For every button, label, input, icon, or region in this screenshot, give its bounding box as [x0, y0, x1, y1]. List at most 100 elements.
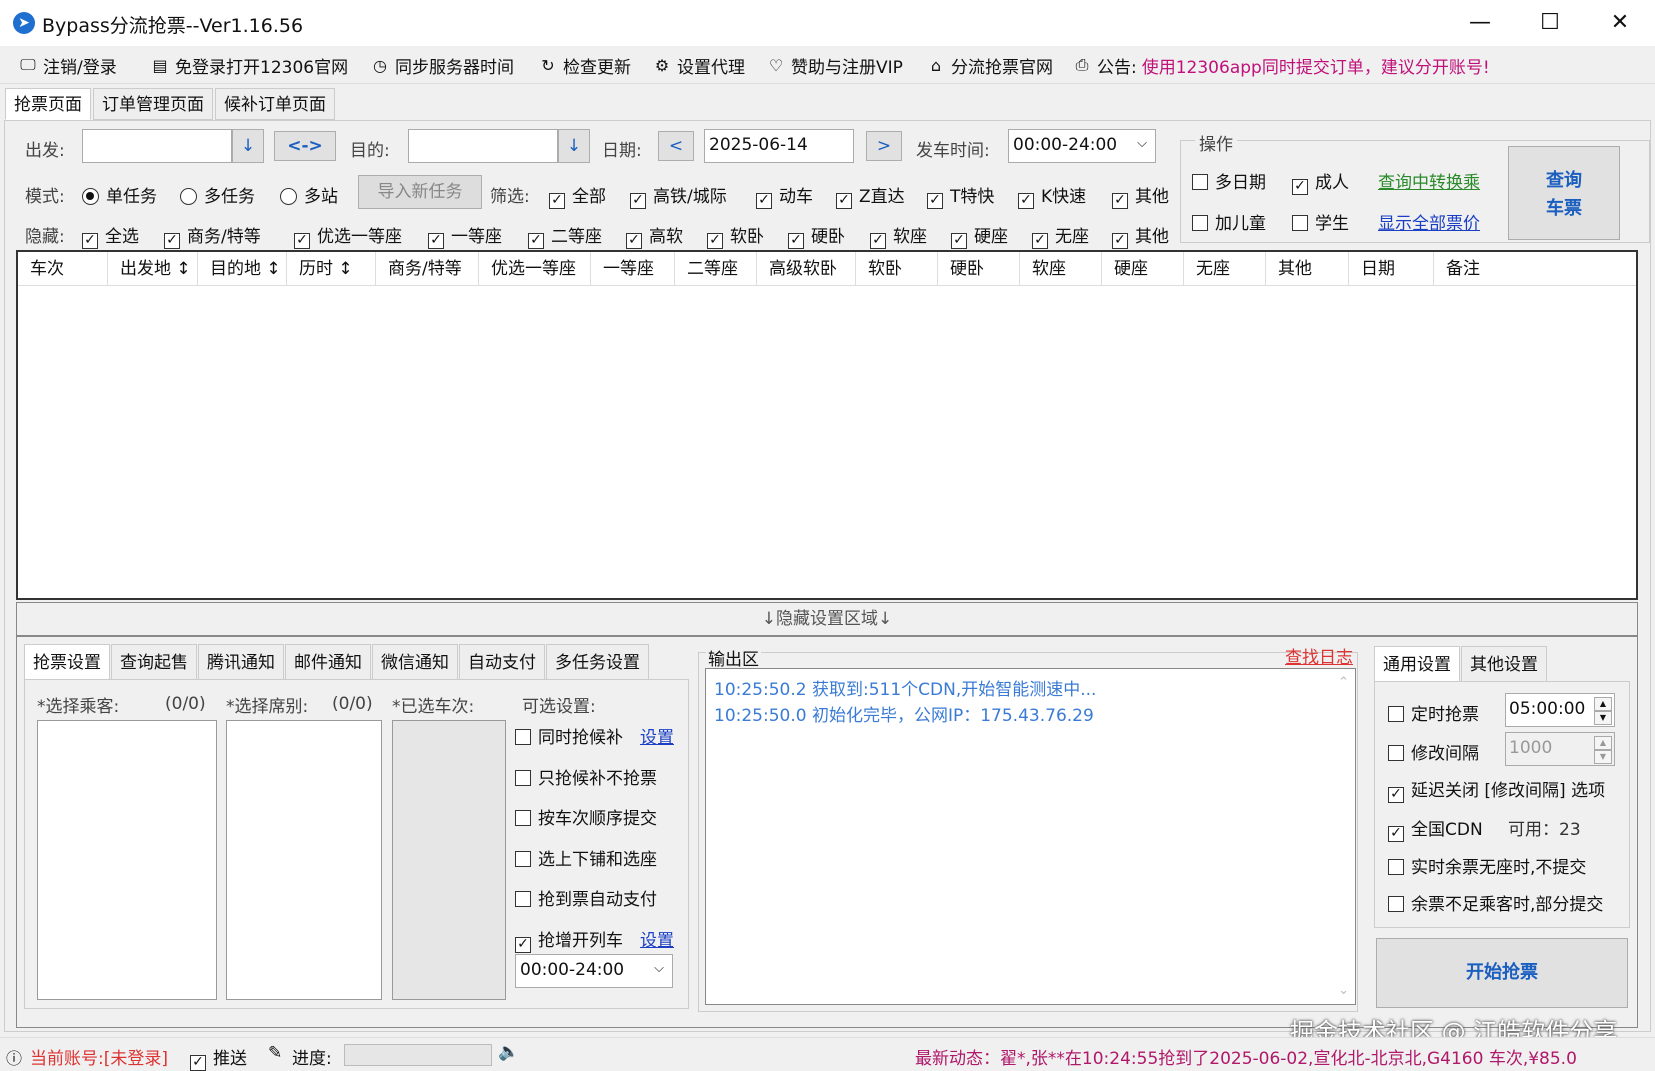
maximize-button[interactable]: ☐	[1515, 0, 1585, 46]
filter-z-checkbox[interactable]: ✓ Z直达	[836, 182, 905, 209]
hide-checkbox[interactable]: ✓ 硬座	[951, 222, 1008, 249]
waitlist-settings-link[interactable]: 设置	[640, 723, 674, 748]
show-all-prices-link[interactable]: 显示全部票价	[1378, 209, 1480, 234]
waitlist-only-checkbox[interactable]: 只抢候补不抢票	[515, 764, 657, 789]
output-log[interactable]: 10:25:50.2 获取到:511个CDN,开始智能测速中... 10:25:…	[705, 668, 1356, 1005]
import-task-button[interactable]: 导入新任务	[358, 175, 482, 209]
tab-other-settings[interactable]: 其他设置	[1461, 646, 1547, 682]
adult-checkbox[interactable]: ✓ 成人	[1292, 168, 1349, 195]
spin-up-icon[interactable]: ▲	[1594, 736, 1612, 750]
spin-down-icon[interactable]: ▼	[1594, 750, 1612, 764]
timed-grab-checkbox[interactable]: 定时抢票	[1388, 700, 1479, 725]
check-update-button[interactable]: ↻ 检查更新	[538, 53, 631, 78]
filter-other-checkbox[interactable]: ✓ 其他	[1112, 182, 1169, 209]
column-header[interactable]: 一等座	[591, 252, 675, 286]
tab-general-settings[interactable]: 通用设置	[1374, 646, 1460, 682]
tab-tencent-notify[interactable]: 腾讯通知	[198, 644, 284, 680]
hide-checkbox[interactable]: ✓ 其他	[1112, 222, 1169, 249]
minimize-button[interactable]: —	[1445, 0, 1515, 46]
column-header[interactable]: 高级软卧	[757, 252, 856, 286]
column-header[interactable]: 软座	[1020, 252, 1102, 286]
column-header[interactable]: 目的地 ↕	[198, 252, 287, 286]
extra-trains-settings-link[interactable]: 设置	[640, 926, 674, 951]
no-seat-no-submit-checkbox[interactable]: 实时余票无座时,不提交	[1388, 853, 1586, 878]
column-header[interactable]: 其他	[1266, 252, 1349, 286]
hide-checkbox[interactable]: ✓ 软座	[870, 222, 927, 249]
column-header[interactable]: 硬卧	[938, 252, 1020, 286]
mode-multi-radio[interactable]: 多任务	[180, 182, 255, 207]
train-results-table[interactable]: 车次 出发地 ↕ 目的地 ↕ 历时 ↕ 商务/特等 优选一等座 一等座 二等座 …	[16, 250, 1638, 600]
hide-checkbox[interactable]: ✓ 全选	[82, 222, 139, 249]
extra-time-select[interactable]: 00:00-24:00 ⌵	[515, 954, 673, 988]
student-checkbox[interactable]: 学生	[1292, 209, 1349, 234]
auto-pay-checkbox[interactable]: 抢到票自动支付	[515, 885, 657, 910]
multi-date-checkbox[interactable]: 多日期	[1192, 168, 1266, 193]
mode-multi-station-radio[interactable]: 多站	[280, 182, 338, 207]
hide-checkbox[interactable]: ✓ 优选一等座	[294, 222, 402, 249]
national-cdn-checkbox[interactable]: ✓ 全国CDN	[1388, 815, 1483, 842]
logout-login-button[interactable]: 🖵 注销/登录	[18, 53, 116, 78]
tab-email-notify[interactable]: 邮件通知	[285, 644, 371, 680]
column-header[interactable]: 硬座	[1102, 252, 1184, 286]
hide-checkbox[interactable]: ✓ 软卧	[707, 222, 764, 249]
from-input[interactable]	[82, 129, 232, 163]
spin-down-icon[interactable]: ▼	[1594, 711, 1612, 725]
hidden-settings-toggle[interactable]: ↓隐藏设置区域↓	[16, 602, 1638, 636]
column-header[interactable]: 优选一等座	[479, 252, 591, 286]
depart-time-select[interactable]: 00:00-24:00 ⌵	[1008, 129, 1156, 163]
tab-orders[interactable]: 订单管理页面	[93, 88, 213, 120]
prev-date-button[interactable]: <	[658, 131, 694, 161]
hide-checkbox[interactable]: ✓ 高软	[626, 222, 683, 249]
passenger-list[interactable]	[37, 720, 217, 1000]
extra-trains-checkbox[interactable]: ✓ 抢增开列车	[515, 926, 623, 953]
hide-checkbox[interactable]: ✓ 无座	[1032, 222, 1089, 249]
date-input[interactable]: 2025-06-14	[704, 129, 854, 163]
mode-single-radio[interactable]: 单任务	[82, 182, 157, 207]
scroll-up-icon[interactable]: ⌃	[1338, 675, 1349, 690]
also-waitlist-checkbox[interactable]: 同时抢候补	[515, 723, 623, 748]
tab-grab[interactable]: 抢票页面	[5, 88, 91, 120]
column-header[interactable]: 二等座	[675, 252, 757, 286]
tab-auto-pay[interactable]: 自动支付	[459, 644, 545, 680]
timed-grab-input[interactable]: 05:00:00 ▲ ▼	[1505, 693, 1615, 727]
column-header[interactable]: 日期	[1349, 252, 1434, 286]
choose-berth-seat-checkbox[interactable]: 选上下铺和选座	[515, 845, 657, 870]
seat-list[interactable]	[226, 720, 382, 1000]
submit-by-order-checkbox[interactable]: 按车次顺序提交	[515, 804, 657, 829]
official-site-button[interactable]: ⌂ 分流抢票官网	[926, 53, 1053, 78]
tab-wechat-notify[interactable]: 微信通知	[372, 644, 458, 680]
to-dropdown-button[interactable]: ↓	[558, 129, 590, 163]
partial-submit-checkbox[interactable]: 余票不足乘客时,部分提交	[1388, 890, 1603, 915]
interval-input[interactable]: 1000 ▲ ▼	[1505, 732, 1615, 766]
delay-close-checkbox[interactable]: ✓ 延迟关闭 [修改间隔] 选项	[1388, 776, 1605, 803]
swap-button[interactable]: <->	[274, 131, 336, 161]
account-status[interactable]: 当前账号:[未登录]	[30, 1044, 168, 1069]
from-dropdown-button[interactable]: ↓	[232, 129, 264, 163]
tab-multi-task[interactable]: 多任务设置	[546, 644, 649, 680]
modify-interval-checkbox[interactable]: 修改间隔	[1388, 739, 1479, 764]
column-header[interactable]: 车次	[18, 252, 108, 286]
hide-checkbox[interactable]: ✓ 硬卧	[788, 222, 845, 249]
scroll-down-icon[interactable]: ⌄	[1338, 983, 1349, 998]
column-header[interactable]: 历时 ↕	[287, 252, 376, 286]
filter-t-checkbox[interactable]: ✓ T特快	[927, 182, 994, 209]
column-header[interactable]: 软卧	[856, 252, 938, 286]
speaker-icon[interactable]: 🔈	[498, 1042, 519, 1062]
add-child-checkbox[interactable]: 加儿童	[1192, 209, 1266, 234]
query-tickets-button[interactable]: 查询 车票	[1508, 146, 1620, 240]
sync-time-button[interactable]: ◷ 同步服务器时间	[370, 53, 514, 78]
spin-up-icon[interactable]: ▲	[1594, 697, 1612, 711]
column-header[interactable]: 出发地 ↕	[108, 252, 198, 286]
hide-checkbox[interactable]: ✓ 一等座	[428, 222, 502, 249]
start-grab-button[interactable]: 开始抢票	[1376, 938, 1628, 1008]
tab-waitlist[interactable]: 候补订单页面	[215, 88, 335, 120]
hide-checkbox[interactable]: ✓ 商务/特等	[164, 222, 261, 249]
selected-trains-list[interactable]	[392, 720, 506, 1000]
column-header[interactable]: 商务/特等	[376, 252, 479, 286]
filter-k-checkbox[interactable]: ✓ K快速	[1018, 182, 1086, 209]
filter-all-checkbox[interactable]: ✓ 全部	[549, 182, 606, 209]
filter-gaotie-checkbox[interactable]: ✓ 高铁/城际	[630, 182, 727, 209]
next-date-button[interactable]: >	[866, 131, 902, 161]
column-header[interactable]: 备注	[1434, 252, 1636, 286]
column-header[interactable]: 无座	[1184, 252, 1266, 286]
